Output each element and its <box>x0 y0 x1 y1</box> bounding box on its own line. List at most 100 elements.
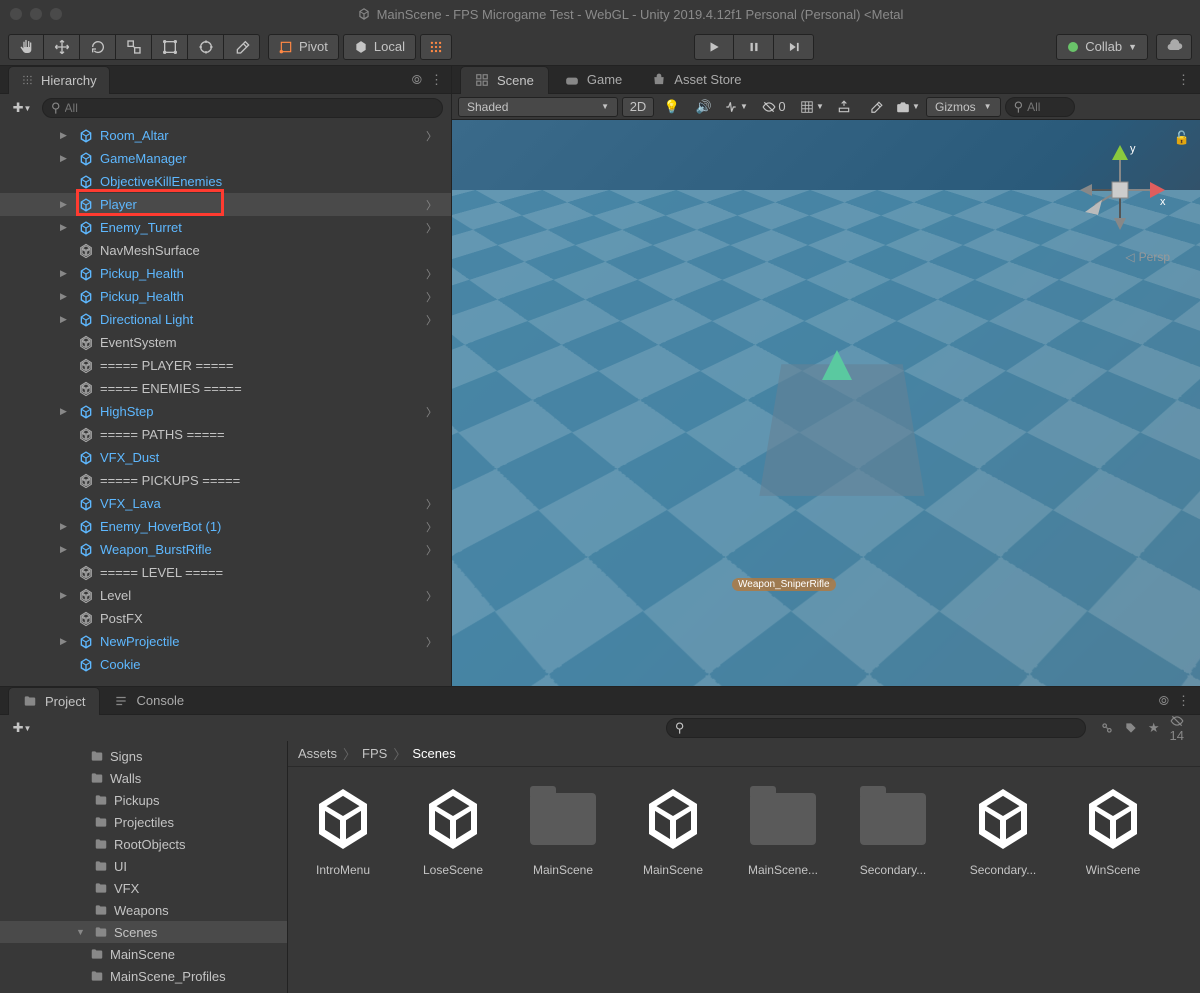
tab-project[interactable]: Project <box>8 687 100 715</box>
hierarchy-item-postfx[interactable]: PostFX <box>0 607 451 630</box>
hierarchy-item-enemyturret[interactable]: ▶Enemy_Turret〉 <box>0 216 451 239</box>
hierarchy-item-label: ===== PICKUPS ===== <box>100 473 240 488</box>
hierarchy-item-directionallight[interactable]: ▶Directional Light〉 <box>0 308 451 331</box>
hierarchy-item-paths[interactable]: ===== PATHS ===== <box>0 423 451 446</box>
folder-item-projectiles[interactable]: Projectiles <box>0 811 287 833</box>
hierarchy-item-weaponburstrifle[interactable]: ▶Weapon_BurstRifle〉 <box>0 538 451 561</box>
snap-button[interactable] <box>830 97 858 117</box>
hierarchy-item-pickups[interactable]: ===== PICKUPS ===== <box>0 469 451 492</box>
tab-scene[interactable]: Scene <box>460 66 549 94</box>
hierarchy-item-roomaltar[interactable]: ▶Room_Altar〉 <box>0 124 451 147</box>
breadcrumb-fps[interactable]: FPS <box>362 746 387 761</box>
folder-item-walls[interactable]: Walls <box>0 767 287 789</box>
close-window-icon[interactable] <box>10 8 22 20</box>
hierarchy-item-enemyhoverbot1[interactable]: ▶Enemy_HoverBot (1)〉 <box>0 515 451 538</box>
local-button[interactable]: Local <box>343 34 416 60</box>
shading-mode-dropdown[interactable]: Shaded▼ <box>458 97 618 117</box>
project-search-input[interactable]: ⚲ <box>666 718 1086 738</box>
scale-tool-button[interactable] <box>116 34 152 60</box>
asset-mainscene[interactable]: MainScene... <box>738 783 828 877</box>
breadcrumb-scenes[interactable]: Scenes <box>412 746 455 761</box>
mode-2d-button[interactable]: 2D <box>622 97 654 117</box>
hierarchy-item-eventsystem[interactable]: EventSystem <box>0 331 451 354</box>
minimize-window-icon[interactable] <box>30 8 42 20</box>
folder-item-mainscene[interactable]: MainScene <box>0 943 287 965</box>
folder-item-rootobjects[interactable]: RootObjects <box>0 833 287 855</box>
folder-item-ui[interactable]: UI <box>0 855 287 877</box>
folder-item-weapons[interactable]: Weapons <box>0 899 287 921</box>
hierarchy-search-input[interactable]: ⚲ <box>42 98 443 118</box>
asset-winscene[interactable]: WinScene <box>1068 783 1158 877</box>
hierarchy-item-player[interactable]: ▶Player〉 <box>0 193 451 216</box>
folder-item-mainscene_profiles[interactable]: MainScene_Profiles <box>0 965 287 987</box>
hierarchy-item-objectivekillenemies[interactable]: ObjectiveKillEnemies <box>0 170 451 193</box>
rect-tool-button[interactable] <box>152 34 188 60</box>
hidden-button[interactable]: 0 <box>754 97 794 117</box>
hand-tool-button[interactable] <box>8 34 44 60</box>
menu-icon[interactable]: ⋮ <box>430 72 443 88</box>
hierarchy-item-player[interactable]: ===== PLAYER ===== <box>0 354 451 377</box>
maximize-window-icon[interactable] <box>50 8 62 20</box>
hierarchy-item-level[interactable]: ▶Level〉 <box>0 584 451 607</box>
hierarchy-item-vfxdust[interactable]: VFX_Dust <box>0 446 451 469</box>
hierarchy-item-cookie[interactable]: Cookie <box>0 653 451 676</box>
lock-icon[interactable]: 🔓 <box>1174 130 1190 146</box>
camera-button[interactable]: ▼ <box>894 97 922 117</box>
hierarchy-item-pickuphealth[interactable]: ▶Pickup_Health〉 <box>0 285 451 308</box>
add-asset-button[interactable]: ✚ ▼ <box>8 718 36 738</box>
tab-hierarchy[interactable]: Hierarchy <box>8 66 110 94</box>
hidden-count-icon[interactable]: 14 <box>1170 714 1184 743</box>
gizmos-dropdown[interactable]: Gizmos▼ <box>926 97 1001 117</box>
perspective-label[interactable]: ◁Persp <box>1125 250 1170 264</box>
transform-tool-button[interactable] <box>188 34 224 60</box>
fx-button[interactable]: ▼ <box>722 97 750 117</box>
add-object-button[interactable]: ✚ ▼ <box>8 98 36 118</box>
menu-icon[interactable]: ⋮ <box>1177 693 1200 709</box>
lock-icon[interactable]: ⦾ <box>1159 693 1177 709</box>
move-tool-button[interactable] <box>44 34 80 60</box>
hierarchy-item-enemies[interactable]: ===== ENEMIES ===== <box>0 377 451 400</box>
collab-button[interactable]: Collab ▼ <box>1056 34 1148 60</box>
audio-button[interactable]: 🔊 <box>690 97 718 117</box>
step-button[interactable] <box>774 34 814 60</box>
hierarchy-item-newprojectile[interactable]: ▶NewProjectile〉 <box>0 630 451 653</box>
lock-icon[interactable]: ⦾ <box>412 72 422 88</box>
grid-button[interactable]: ▼ <box>798 97 826 117</box>
filter-type-icon[interactable] <box>1100 721 1114 735</box>
hierarchy-item-highstep[interactable]: ▶HighStep〉 <box>0 400 451 423</box>
filter-label-icon[interactable] <box>1124 721 1138 735</box>
custom-tool-button[interactable] <box>224 34 260 60</box>
folder-item-scenes[interactable]: ▼Scenes <box>0 921 287 943</box>
orientation-gizmo[interactable]: y x <box>1070 140 1170 240</box>
cloud-button[interactable] <box>1156 34 1192 60</box>
hierarchy-item-navmeshsurface[interactable]: NavMeshSurface <box>0 239 451 262</box>
asset-intromenu[interactable]: IntroMenu <box>298 783 388 877</box>
favorite-icon[interactable]: ★ <box>1148 720 1160 736</box>
hierarchy-item-level[interactable]: ===== LEVEL ===== <box>0 561 451 584</box>
scene-search-input[interactable]: ⚲ <box>1005 97 1075 117</box>
asset-secondary[interactable]: Secondary... <box>958 783 1048 877</box>
tab-asset-store[interactable]: Asset Store <box>638 66 755 94</box>
asset-losescene[interactable]: LoseScene <box>408 783 498 877</box>
hierarchy-item-pickuphealth[interactable]: ▶Pickup_Health〉 <box>0 262 451 285</box>
asset-secondary[interactable]: Secondary... <box>848 783 938 877</box>
folder-item-vfx[interactable]: VFX <box>0 877 287 899</box>
tools-button[interactable] <box>862 97 890 117</box>
pivot-button[interactable]: Pivot <box>268 34 339 60</box>
folder-item-signs[interactable]: Signs <box>0 745 287 767</box>
pause-button[interactable] <box>734 34 774 60</box>
hierarchy-item-vfxlava[interactable]: VFX_Lava〉 <box>0 492 451 515</box>
lighting-button[interactable]: 💡 <box>658 97 686 117</box>
scene-viewport[interactable]: 🔓 y x <box>452 120 1200 686</box>
breadcrumb-assets[interactable]: Assets <box>298 746 337 761</box>
rotate-tool-button[interactable] <box>80 34 116 60</box>
asset-mainscene[interactable]: MainScene <box>518 783 608 877</box>
tab-console[interactable]: Console <box>100 687 198 715</box>
hierarchy-item-gamemanager[interactable]: ▶GameManager <box>0 147 451 170</box>
folder-item-pickups[interactable]: Pickups <box>0 789 287 811</box>
tab-game[interactable]: Game <box>551 66 636 94</box>
menu-icon[interactable]: ⋮ <box>1177 72 1200 88</box>
grid-snap-button[interactable] <box>420 34 452 60</box>
play-button[interactable] <box>694 34 734 60</box>
asset-mainscene[interactable]: MainScene <box>628 783 718 877</box>
